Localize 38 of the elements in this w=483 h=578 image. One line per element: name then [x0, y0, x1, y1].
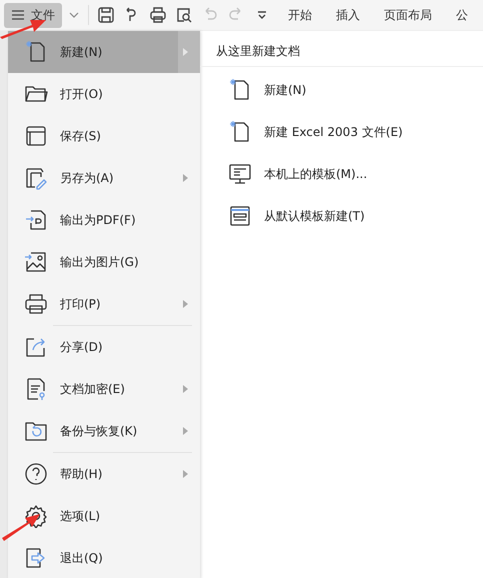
image-icon — [24, 250, 48, 274]
menu-item[interactable]: 分享(D) — [8, 326, 200, 368]
save-icon[interactable] — [97, 6, 115, 24]
gear-icon — [24, 504, 48, 528]
menu-item[interactable]: 本机上的模板(M)... — [200, 153, 483, 195]
print-icon[interactable] — [149, 6, 167, 24]
ribbon-tab[interactable]: 公 — [447, 2, 477, 28]
help-icon — [24, 462, 48, 486]
panel-heading: 从这里新建文档 — [200, 39, 483, 67]
menu-item[interactable]: 新建(N) — [8, 31, 200, 73]
menu-item[interactable]: 输出为图片(G) — [8, 241, 200, 283]
menu-icon — [11, 9, 25, 21]
menu-item[interactable]: 备份与恢复(K) — [8, 410, 200, 452]
chevron-down-icon[interactable] — [68, 10, 80, 20]
menu-item[interactable]: 保存(S) — [8, 115, 200, 157]
menu-item[interactable]: 文档加密(E) — [8, 368, 200, 410]
pdf-icon — [24, 208, 48, 232]
menu-item[interactable]: 另存为(A) — [8, 157, 200, 199]
menu-item[interactable]: 退出(Q) — [8, 537, 200, 578]
menu-item[interactable]: 新建(N) — [200, 69, 483, 111]
menu-item[interactable]: 打印(P) — [8, 283, 200, 325]
print-icon — [24, 292, 48, 316]
menu-item[interactable]: 新建 Excel 2003 文件(E) — [200, 111, 483, 153]
ribbon-tab[interactable]: 页面布局 — [375, 2, 441, 28]
preview-icon[interactable] — [175, 6, 193, 24]
pointer-arrow-drawing — [2, 511, 42, 541]
menu-item[interactable]: 输出为PDF(F) — [8, 199, 200, 241]
menu-item[interactable]: 选项(L) — [8, 495, 200, 537]
save-icon — [24, 124, 48, 148]
saveas-icon — [24, 166, 48, 190]
ribbon-tab[interactable]: 开始 — [279, 2, 321, 28]
menu-item[interactable]: 打开(O) — [8, 73, 200, 115]
template-icon — [228, 204, 252, 228]
monitor-icon — [228, 162, 252, 186]
menu-item[interactable]: 从默认模板新建(T) — [200, 195, 483, 237]
ribbon-tab[interactable]: 插入 — [327, 2, 369, 28]
menu-item[interactable]: 帮助(H) — [8, 453, 200, 495]
file-menu-button[interactable]: 文件 — [4, 2, 62, 28]
